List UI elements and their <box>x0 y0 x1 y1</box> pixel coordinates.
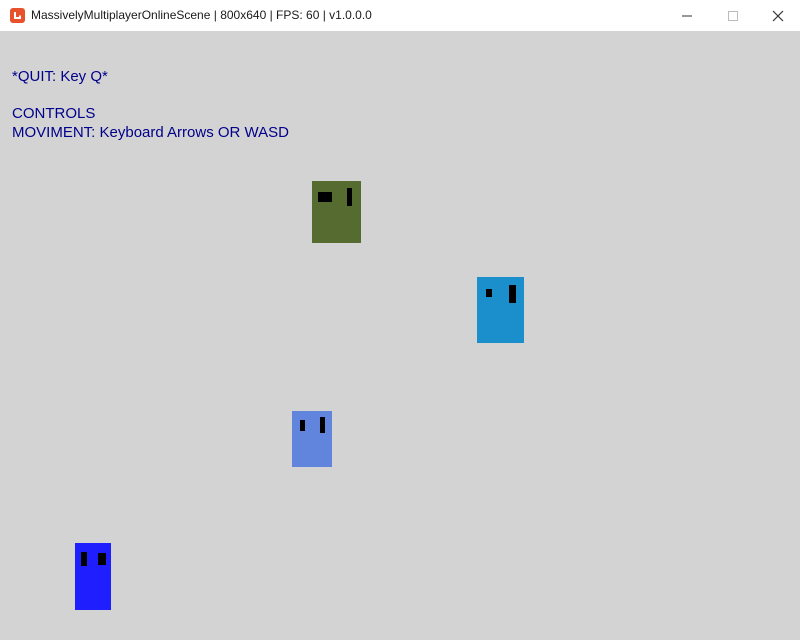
player-eye <box>320 417 325 433</box>
player-cyan <box>477 277 524 343</box>
player-eye <box>318 192 332 202</box>
player-eye <box>347 188 352 206</box>
close-icon <box>772 10 784 21</box>
player-eye <box>81 552 87 566</box>
player-eye <box>300 420 305 431</box>
player-eye <box>509 285 516 303</box>
hud-movement-hint: MOVIMENT: Keyboard Arrows OR WASD <box>12 124 290 141</box>
maximize-icon <box>728 10 738 21</box>
hud-controls-heading: CONTROLS <box>12 105 96 122</box>
player-cornflower <box>292 411 332 467</box>
player-green <box>312 181 361 243</box>
close-button[interactable] <box>755 0 800 31</box>
maximize-button[interactable] <box>710 0 756 31</box>
minimize-button[interactable] <box>664 0 710 31</box>
hud-quit-hint: *QUIT: Key Q* <box>12 68 108 85</box>
game-scene[interactable]: *QUIT: Key Q* CONTROLS MOVIMENT: Keyboar… <box>0 31 800 640</box>
player-eye <box>486 289 492 297</box>
player-eye <box>98 553 106 565</box>
title-bar[interactable]: MassivelyMultiplayerOnlineScene | 800x64… <box>0 0 800 32</box>
monogame-logo-icon <box>10 8 25 23</box>
minimize-icon <box>682 15 692 16</box>
window-title: MassivelyMultiplayerOnlineScene | 800x64… <box>31 8 372 22</box>
player-blue <box>75 543 111 610</box>
